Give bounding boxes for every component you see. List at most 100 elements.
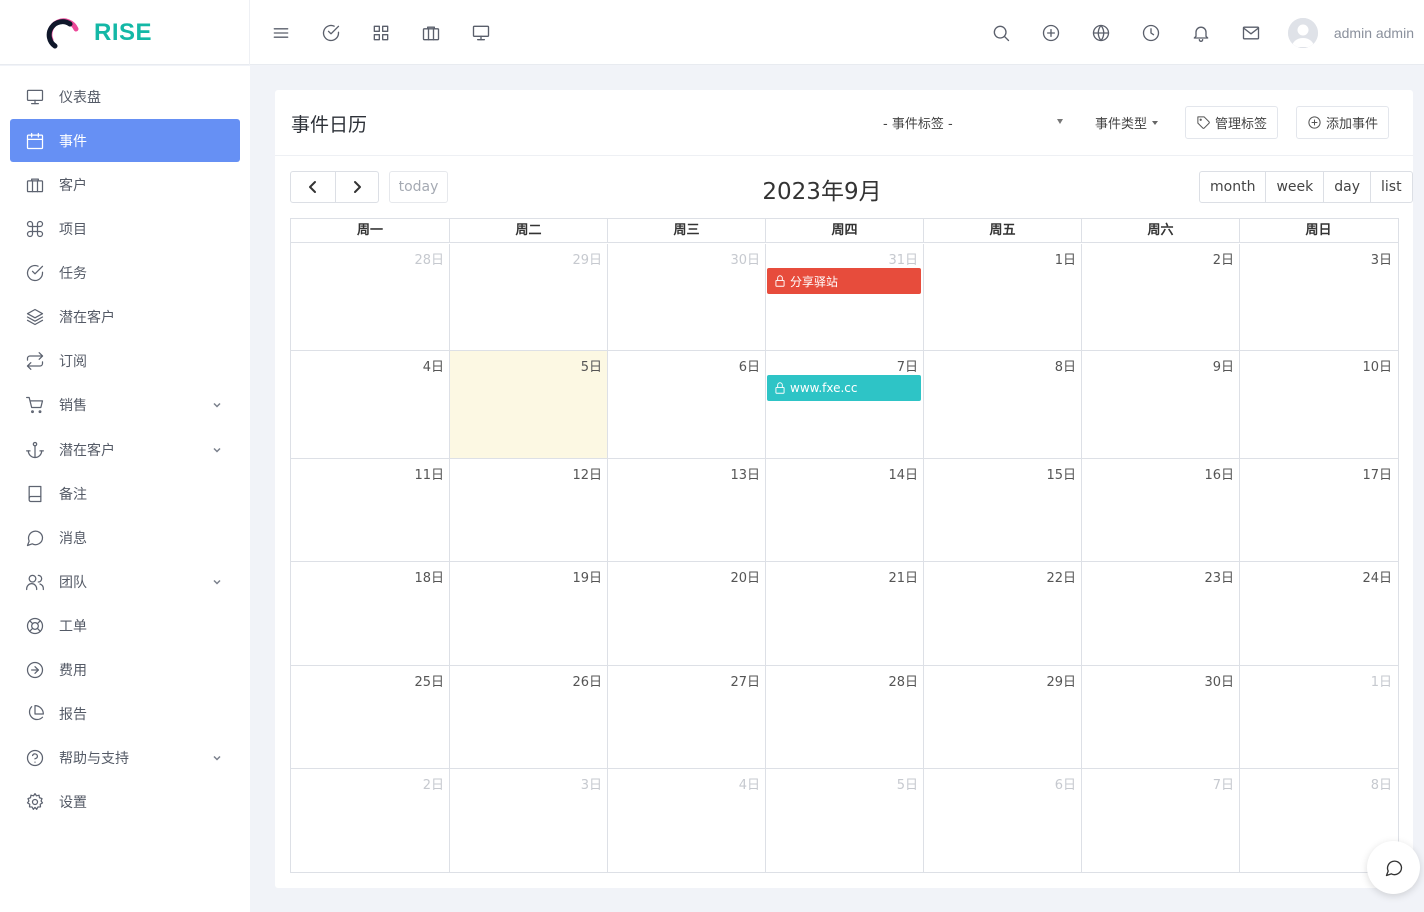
day-number[interactable]: 14日	[888, 464, 918, 483]
monitor-icon[interactable]	[462, 14, 500, 52]
event-tag-select[interactable]: - 事件标签 -	[871, 112, 1063, 134]
sidebar-item-tickets[interactable]: 工单	[10, 604, 240, 647]
view-day-button[interactable]: day	[1323, 172, 1370, 202]
day-number[interactable]: 19日	[572, 567, 602, 586]
search-icon[interactable]	[982, 14, 1020, 52]
menu-icon[interactable]	[262, 14, 300, 52]
day-number[interactable]: 15日	[1046, 464, 1076, 483]
calendar-day-cell[interactable]: 14日	[765, 459, 923, 561]
sidebar-item-leads[interactable]: 潜在客户	[10, 295, 240, 338]
sidebar-item-tasks[interactable]: 任务	[10, 251, 240, 294]
sidebar-item-clients[interactable]: 客户	[10, 163, 240, 206]
calendar-day-cell[interactable]: 5日	[449, 351, 607, 458]
day-number[interactable]: 23日	[1204, 567, 1234, 586]
user-name[interactable]: admin admin	[1334, 25, 1414, 41]
calendar-day-cell[interactable]: 19日	[449, 562, 607, 665]
calendar-day-cell[interactable]: 27日	[607, 666, 765, 768]
calendar-day-cell[interactable]: 29日	[923, 666, 1081, 768]
calendar-day-cell[interactable]: 1日	[923, 244, 1081, 350]
sidebar-item-settings[interactable]: 设置	[10, 780, 240, 823]
day-number[interactable]: 18日	[414, 567, 444, 586]
day-number[interactable]: 4日	[739, 774, 760, 793]
day-number[interactable]: 29日	[1046, 671, 1076, 690]
event-type-dropdown[interactable]: 事件类型	[1095, 113, 1159, 132]
calendar-day-cell[interactable]: 4日	[291, 351, 449, 458]
sidebar-item-team[interactable]: 团队	[10, 560, 240, 603]
day-number[interactable]: 12日	[572, 464, 602, 483]
sidebar-item-subscriptions[interactable]: 订阅	[10, 339, 240, 382]
sidebar-item-reports[interactable]: 报告	[10, 692, 240, 735]
calendar-day-cell[interactable]: 12日	[449, 459, 607, 561]
day-number[interactable]: 24日	[1362, 567, 1392, 586]
sidebar-item-notes[interactable]: 备注	[10, 472, 240, 515]
calendar-day-cell[interactable]: 9日	[1081, 351, 1239, 458]
calendar-day-cell[interactable]: 8日	[923, 351, 1081, 458]
day-number[interactable]: 4日	[423, 356, 444, 375]
calendar-day-cell[interactable]: 18日	[291, 562, 449, 665]
day-number[interactable]: 5日	[581, 356, 602, 375]
day-number[interactable]: 29日	[572, 249, 602, 268]
calendar-day-cell[interactable]: 23日	[1081, 562, 1239, 665]
calendar-day-cell[interactable]: 11日	[291, 459, 449, 561]
sidebar-item-expenses[interactable]: 费用	[10, 648, 240, 691]
day-number[interactable]: 8日	[1055, 356, 1076, 375]
manage-tags-button[interactable]: 管理标签	[1185, 106, 1279, 139]
add-event-button[interactable]: 添加事件	[1296, 106, 1390, 139]
day-number[interactable]: 27日	[730, 671, 760, 690]
calendar-day-cell[interactable]: 24日	[1239, 562, 1397, 665]
calendar-event[interactable]: www.fxe.cc	[767, 375, 921, 401]
calendar-day-cell[interactable]: 16日	[1081, 459, 1239, 561]
sidebar-item-sales[interactable]: 销售	[10, 383, 240, 426]
calendar-day-cell[interactable]: 25日	[291, 666, 449, 768]
mail-icon[interactable]	[1232, 14, 1270, 52]
calendar-day-cell[interactable]: 13日	[607, 459, 765, 561]
day-number[interactable]: 11日	[414, 464, 444, 483]
calendar-day-cell[interactable]: 22日	[923, 562, 1081, 665]
day-number[interactable]: 13日	[730, 464, 760, 483]
view-week-button[interactable]: week	[1265, 172, 1323, 202]
day-number[interactable]: 1日	[1371, 671, 1392, 690]
calendar-day-cell[interactable]: 1日	[1239, 666, 1397, 768]
view-month-button[interactable]: month	[1200, 172, 1265, 202]
calendar-day-cell[interactable]: 30日	[607, 244, 765, 350]
day-number[interactable]: 16日	[1204, 464, 1234, 483]
day-number[interactable]: 20日	[730, 567, 760, 586]
clock-icon[interactable]	[1132, 14, 1170, 52]
day-number[interactable]: 25日	[414, 671, 444, 690]
calendar-day-cell[interactable]: 6日	[923, 769, 1081, 873]
calendar-day-cell[interactable]: 28日	[291, 244, 449, 350]
calendar-day-cell[interactable]: 4日	[607, 769, 765, 873]
sidebar-item-events[interactable]: 事件	[10, 119, 240, 162]
calendar-day-cell[interactable]: 5日	[765, 769, 923, 873]
calendar-day-cell[interactable]: 26日	[449, 666, 607, 768]
day-number[interactable]: 28日	[888, 671, 918, 690]
day-number[interactable]: 31日	[888, 249, 918, 268]
view-list-button[interactable]: list	[1370, 172, 1412, 202]
calendar-day-cell[interactable]: 7日	[1081, 769, 1239, 873]
day-number[interactable]: 7日	[1213, 774, 1234, 793]
chat-button[interactable]	[1367, 841, 1420, 894]
calendar-day-cell[interactable]: 6日	[607, 351, 765, 458]
day-number[interactable]: 10日	[1362, 356, 1392, 375]
day-number[interactable]: 6日	[1055, 774, 1076, 793]
briefcase-icon[interactable]	[412, 14, 450, 52]
day-number[interactable]: 7日	[897, 356, 918, 375]
calendar-day-cell[interactable]: 2日	[1081, 244, 1239, 350]
sidebar-item-messages[interactable]: 消息	[10, 516, 240, 559]
day-number[interactable]: 3日	[581, 774, 602, 793]
sidebar-item-prospects[interactable]: 潜在客户	[10, 428, 240, 471]
check-circle-icon[interactable]	[312, 14, 350, 52]
day-number[interactable]: 30日	[1204, 671, 1234, 690]
day-number[interactable]: 6日	[739, 356, 760, 375]
day-number[interactable]: 28日	[414, 249, 444, 268]
day-number[interactable]: 1日	[1055, 249, 1076, 268]
sidebar-item-projects[interactable]: 项目	[10, 207, 240, 250]
avatar[interactable]	[1287, 18, 1318, 48]
calendar-day-cell[interactable]: 29日	[449, 244, 607, 350]
calendar-day-cell[interactable]: 2日	[291, 769, 449, 873]
calendar-day-cell[interactable]: 30日	[1081, 666, 1239, 768]
calendar-day-cell[interactable]: 3日	[449, 769, 607, 873]
bell-icon[interactable]	[1182, 14, 1220, 52]
globe-icon[interactable]	[1082, 14, 1120, 52]
day-number[interactable]: 30日	[730, 249, 760, 268]
